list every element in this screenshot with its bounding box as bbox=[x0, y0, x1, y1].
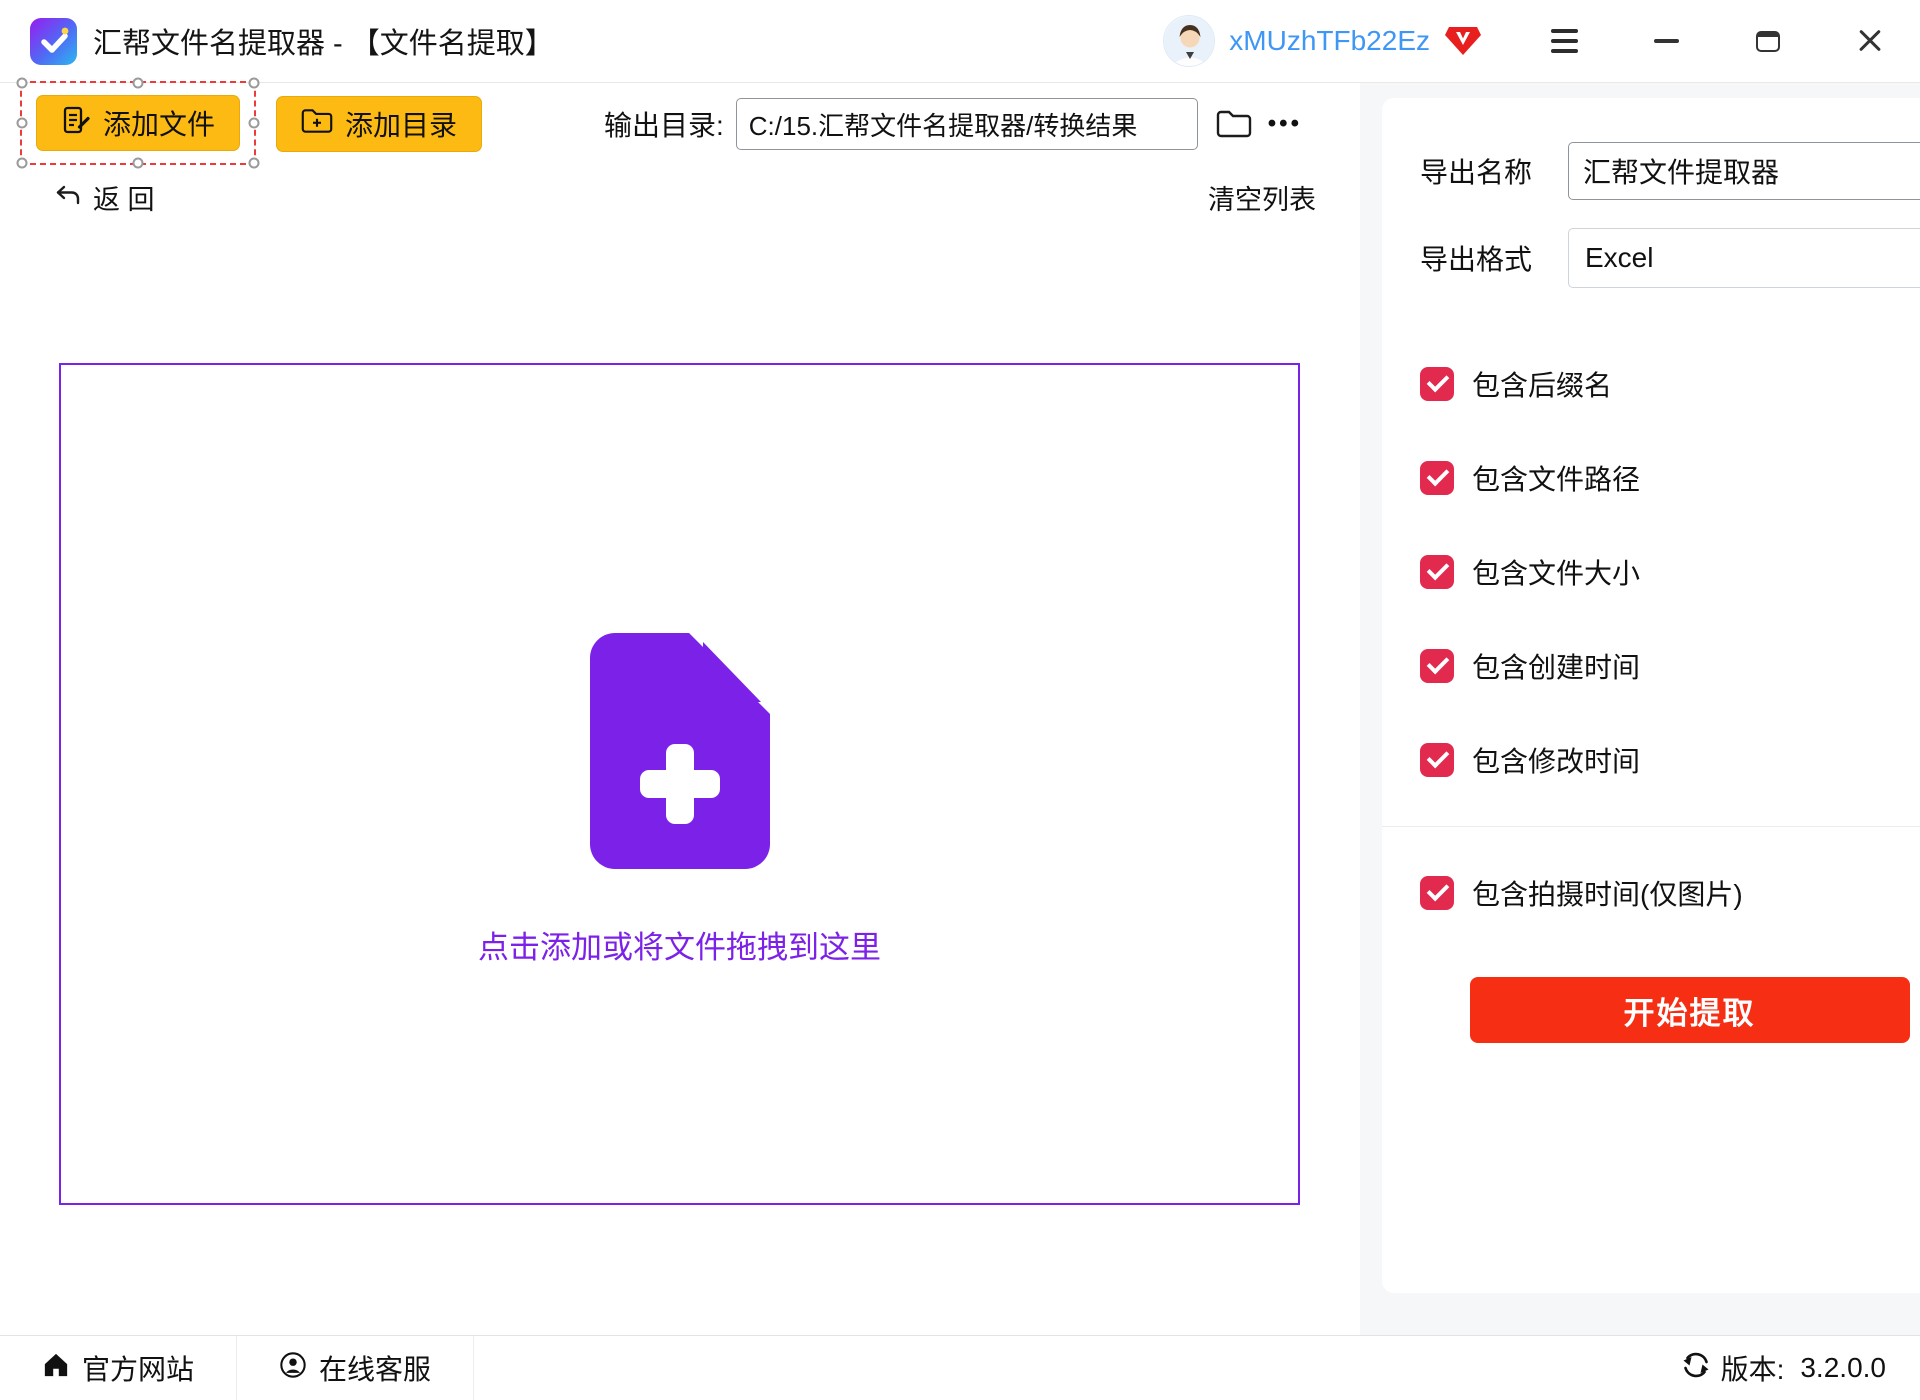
document-edit-icon bbox=[61, 105, 91, 142]
export-name-label: 导出名称 bbox=[1420, 151, 1540, 191]
selection-handle[interactable] bbox=[17, 158, 28, 169]
version-area: 版本: 3.2.0.0 bbox=[1681, 1336, 1920, 1400]
online-support-link[interactable]: 在线客服 bbox=[237, 1336, 474, 1400]
add-files-button[interactable]: 添加文件 bbox=[36, 95, 240, 151]
back-button[interactable]: 返 回 bbox=[55, 178, 155, 217]
titlebar: 汇帮文件名提取器 - 【文件名提取】 xMUzhTFb22Ez bbox=[0, 0, 1920, 83]
main-area: 添加文件 添加目录 输出目录: bbox=[0, 83, 1920, 1335]
start-extract-button[interactable]: 开始提取 bbox=[1470, 977, 1910, 1043]
close-icon bbox=[1857, 28, 1883, 54]
file-plus-icon bbox=[589, 632, 771, 870]
dropzone-hint: 点击添加或将文件拖拽到这里 bbox=[478, 922, 881, 967]
selection-handle[interactable] bbox=[17, 118, 28, 129]
add-directory-button[interactable]: 添加目录 bbox=[276, 96, 482, 152]
toolbar: 添加文件 添加目录 输出目录: bbox=[0, 83, 1360, 165]
close-button[interactable] bbox=[1850, 21, 1890, 61]
more-options-button[interactable]: ••• bbox=[1268, 110, 1302, 138]
output-dir-group: 输出目录: ••• bbox=[604, 98, 1302, 150]
hamburger-icon bbox=[1551, 29, 1578, 53]
selection-handle[interactable] bbox=[249, 78, 260, 89]
option-include-extension[interactable]: 包含后缀名 bbox=[1420, 364, 1920, 404]
vip-badge-icon[interactable] bbox=[1444, 25, 1482, 57]
version-value: 3.2.0.0 bbox=[1800, 1352, 1886, 1384]
version-label: 版本: bbox=[1721, 1348, 1785, 1388]
checkbox-checked-icon bbox=[1420, 743, 1454, 777]
selection-handle[interactable] bbox=[17, 78, 28, 89]
browse-folder-button[interactable] bbox=[1216, 109, 1252, 139]
statusbar: 官方网站 在线客服 版本: 3.2.0.0 bbox=[0, 1335, 1920, 1400]
export-format-row: 导出格式 Excel bbox=[1420, 228, 1920, 288]
export-format-label: 导出格式 bbox=[1420, 238, 1540, 278]
toolbar-row2: 返 回 清空列表 bbox=[0, 179, 1360, 215]
checkbox-checked-icon bbox=[1420, 649, 1454, 683]
settings-panel: 导出名称 导出格式 Excel 包含后缀名 bbox=[1360, 83, 1920, 1335]
output-dir-label: 输出目录: bbox=[604, 104, 724, 144]
add-directory-label: 添加目录 bbox=[345, 104, 457, 144]
option-include-capture-time[interactable]: 包含拍摄时间(仅图片) bbox=[1420, 873, 1920, 913]
checkbox-checked-icon bbox=[1420, 876, 1454, 910]
maximize-button[interactable] bbox=[1748, 21, 1788, 61]
divider bbox=[1382, 826, 1920, 827]
minimize-button[interactable] bbox=[1646, 21, 1686, 61]
checkbox-checked-icon bbox=[1420, 461, 1454, 495]
selection-handle[interactable] bbox=[133, 78, 144, 89]
checkbox-checked-icon bbox=[1420, 555, 1454, 589]
export-name-row: 导出名称 bbox=[1420, 142, 1920, 200]
option-include-modified-time[interactable]: 包含修改时间 bbox=[1420, 740, 1920, 780]
username-text[interactable]: xMUzhTFb22Ez bbox=[1229, 25, 1430, 57]
output-dir-input[interactable] bbox=[736, 98, 1198, 150]
official-website-link[interactable]: 官方网站 bbox=[0, 1336, 237, 1400]
window-title: 汇帮文件名提取器 - 【文件名提取】 bbox=[93, 20, 554, 62]
selection-handle[interactable] bbox=[249, 118, 260, 129]
option-list: 包含后缀名 包含文件路径 包含文件大小 包含创建时间 bbox=[1420, 364, 1920, 780]
minimize-icon bbox=[1654, 39, 1679, 43]
selection-handle[interactable] bbox=[249, 158, 260, 169]
settings-card: 导出名称 导出格式 Excel 包含后缀名 bbox=[1382, 98, 1920, 1293]
checkbox-checked-icon bbox=[1420, 367, 1454, 401]
clear-list-button[interactable]: 清空列表 bbox=[1208, 178, 1316, 217]
menu-button[interactable] bbox=[1544, 21, 1584, 61]
selection-outline: 添加文件 bbox=[20, 81, 256, 165]
home-icon bbox=[42, 1352, 70, 1385]
customer-service-icon bbox=[279, 1351, 307, 1386]
app-logo-icon bbox=[30, 18, 77, 65]
export-name-input[interactable] bbox=[1568, 142, 1920, 200]
user-avatar[interactable] bbox=[1163, 15, 1215, 67]
folder-icon bbox=[1216, 109, 1252, 139]
folder-plus-icon bbox=[301, 107, 333, 142]
option-include-filesize[interactable]: 包含文件大小 bbox=[1420, 552, 1920, 592]
export-format-select[interactable]: Excel bbox=[1568, 228, 1920, 288]
back-label: 返 回 bbox=[93, 178, 155, 217]
maximize-icon bbox=[1756, 31, 1780, 52]
refresh-icon[interactable] bbox=[1681, 1350, 1711, 1387]
left-pane: 添加文件 添加目录 输出目录: bbox=[0, 83, 1360, 1335]
official-website-label: 官方网站 bbox=[82, 1348, 194, 1388]
selection-handle[interactable] bbox=[133, 158, 144, 169]
app-window: 汇帮文件名提取器 - 【文件名提取】 xMUzhTFb22Ez bbox=[0, 0, 1920, 1400]
undo-arrow-icon bbox=[55, 182, 81, 213]
add-files-label: 添加文件 bbox=[103, 103, 215, 143]
online-support-label: 在线客服 bbox=[319, 1348, 431, 1388]
option-include-filepath[interactable]: 包含文件路径 bbox=[1420, 458, 1920, 498]
dropzone[interactable]: 点击添加或将文件拖拽到这里 bbox=[59, 363, 1300, 1205]
option-include-created-time[interactable]: 包含创建时间 bbox=[1420, 646, 1920, 686]
export-format-value: Excel bbox=[1585, 242, 1653, 274]
